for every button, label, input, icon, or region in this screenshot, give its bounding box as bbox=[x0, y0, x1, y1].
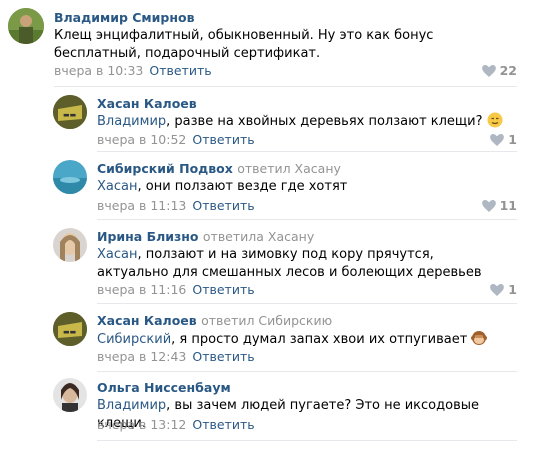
emoji-monkey-icon bbox=[471, 331, 488, 345]
like-button[interactable]: 1 bbox=[490, 132, 517, 147]
comment-text: Хасан, они ползают везде где хотят bbox=[97, 179, 348, 194]
comment-author[interactable]: Сибирский Подвох ответил Хасану bbox=[97, 161, 341, 176]
comment-meta: вчера в 10:33 Ответить bbox=[54, 63, 212, 78]
comment-5: ▬▬ Хасан Калоев ответил Сибирскию Сибирс… bbox=[0, 306, 545, 368]
comment-text: Клещ энцифалитный, обыкновенный. Ну это … bbox=[54, 28, 434, 61]
reply-button[interactable]: Ответить bbox=[192, 132, 254, 147]
like-button[interactable]: 1 bbox=[490, 282, 517, 297]
likes-count: 11 bbox=[499, 198, 517, 213]
divider bbox=[97, 219, 517, 220]
heart-icon bbox=[481, 64, 496, 77]
divider bbox=[97, 151, 517, 152]
like-button[interactable]: 22 bbox=[481, 63, 517, 78]
comment-meta: вчера в 10:52 Ответить bbox=[97, 132, 255, 147]
comment-1: Владимир Смирнов Клещ энцифалитный, обык… bbox=[0, 0, 545, 90]
reply-button[interactable]: Ответить bbox=[192, 417, 254, 432]
comment-time[interactable]: вчера в 11:13 bbox=[97, 198, 186, 213]
comment-text: Сибирский, я просто думал запах хвои их … bbox=[97, 330, 517, 349]
mention-link[interactable]: Владимир bbox=[97, 398, 166, 413]
divider bbox=[97, 440, 517, 441]
comment-meta: вчера в 11:16 Ответить bbox=[97, 282, 255, 297]
comment-2: ▬▬ Хасан Калоев Владимир, разве на хвойн… bbox=[0, 88, 545, 156]
heart-icon bbox=[481, 199, 496, 212]
comment-author[interactable]: Хасан Калоев ответил Сибирскию bbox=[97, 313, 332, 328]
comment-text: Владимир, разве на хвойных деревьях полз… bbox=[97, 112, 517, 131]
reply-button[interactable]: Ответить bbox=[192, 198, 254, 213]
comment-time[interactable]: вчера в 12:43 bbox=[97, 349, 186, 364]
heart-icon bbox=[490, 133, 505, 146]
mention-link[interactable]: Хасан bbox=[97, 179, 138, 194]
heart-icon bbox=[490, 283, 505, 296]
svg-text:▬▬: ▬▬ bbox=[63, 111, 76, 119]
avatar[interactable] bbox=[53, 228, 87, 262]
avatar[interactable] bbox=[53, 378, 87, 412]
reply-to-label[interactable]: ответил Хасану bbox=[237, 161, 341, 176]
likes-count: 1 bbox=[508, 282, 517, 297]
avatar[interactable] bbox=[8, 8, 44, 44]
comment-time[interactable]: вчера в 11:16 bbox=[97, 282, 186, 297]
comment-time[interactable]: вчера в 10:52 bbox=[97, 132, 186, 147]
divider bbox=[97, 303, 517, 304]
avatar[interactable]: ▬▬ bbox=[53, 95, 87, 129]
comment-author[interactable]: Ирина Близно ответила Хасану bbox=[97, 229, 314, 244]
divider bbox=[54, 86, 517, 87]
reply-to-label[interactable]: ответил Сибирскию bbox=[201, 313, 332, 328]
divider bbox=[97, 371, 517, 372]
emoji-smile-icon bbox=[487, 112, 503, 128]
comment-4: Ирина Близно ответила Хасану Хасан, полз… bbox=[0, 222, 545, 306]
comment-text: Хасан, ползают и на зимовку под кору пря… bbox=[97, 247, 482, 280]
mention-link[interactable]: Владимир bbox=[97, 114, 166, 129]
comment-meta: вчера в 12:43 Ответить bbox=[97, 349, 255, 364]
reply-button[interactable]: Ответить bbox=[149, 63, 211, 78]
like-button[interactable]: 11 bbox=[481, 198, 517, 213]
comment-3: Сибирский Подвох ответил Хасану Хасан, о… bbox=[0, 154, 545, 220]
avatar[interactable] bbox=[53, 160, 87, 194]
comment-meta: вчера в 11:13 Ответить bbox=[97, 198, 255, 213]
comment-meta: вчера в 13:12 Ответить bbox=[97, 417, 255, 432]
reply-button[interactable]: Ответить bbox=[192, 349, 254, 364]
comment-author[interactable]: Ольга Ниссенбаум bbox=[97, 380, 231, 395]
comment-6: Ольга Ниссенбаум Владимир, вы зачем люде… bbox=[0, 374, 545, 440]
avatar[interactable]: ▬▬ bbox=[53, 312, 87, 346]
comment-author[interactable]: Хасан Калоев bbox=[97, 96, 197, 111]
reply-button[interactable]: Ответить bbox=[192, 282, 254, 297]
likes-count: 1 bbox=[508, 132, 517, 147]
reply-to-label[interactable]: ответила Хасану bbox=[203, 229, 314, 244]
comment-author[interactable]: Владимир Смирнов bbox=[54, 10, 194, 25]
mention-link[interactable]: Хасан bbox=[97, 247, 138, 262]
comment-time[interactable]: вчера в 10:33 bbox=[54, 63, 143, 78]
mention-link[interactable]: Сибирский bbox=[97, 332, 171, 347]
likes-count: 22 bbox=[499, 63, 517, 78]
svg-text:▬▬: ▬▬ bbox=[63, 328, 76, 336]
comment-time[interactable]: вчера в 13:12 bbox=[97, 417, 186, 432]
